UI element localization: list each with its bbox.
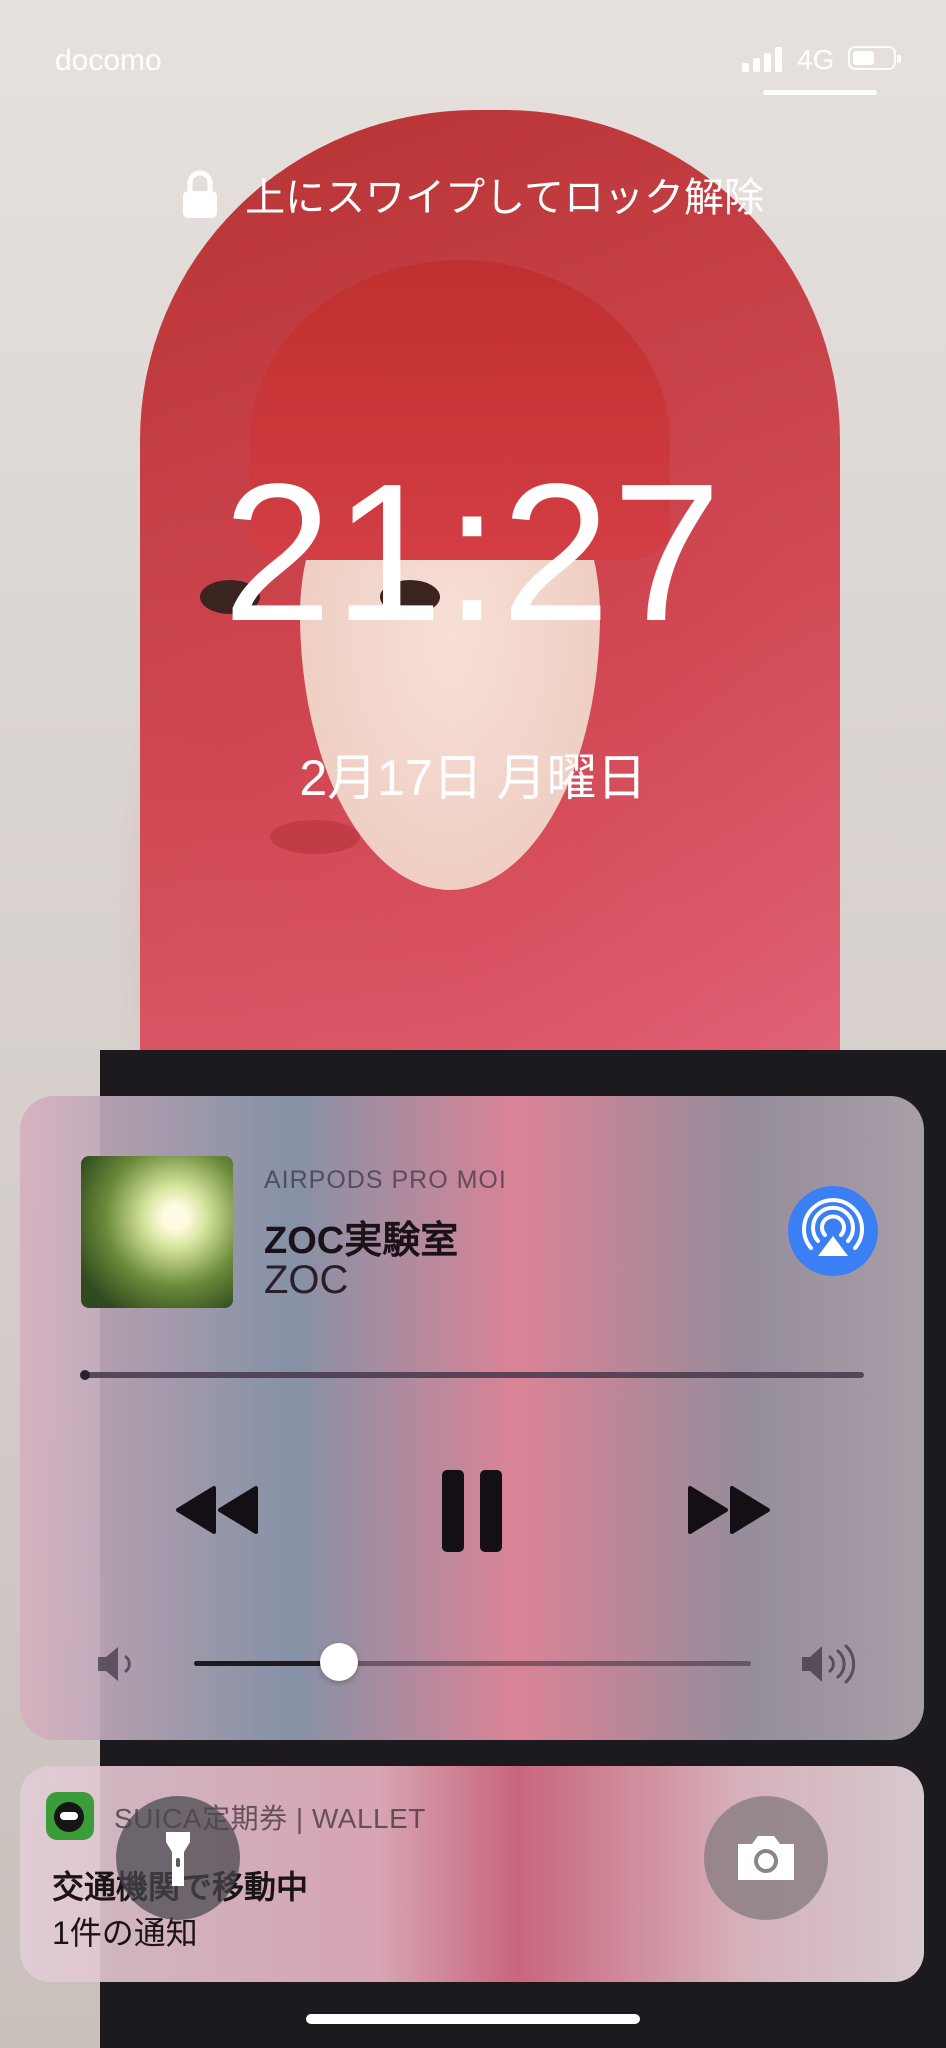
lock-screen-date: 2月17日 月曜日 bbox=[299, 750, 647, 806]
home-indicator[interactable] bbox=[306, 2014, 640, 2024]
camera-button[interactable] bbox=[704, 1796, 828, 1920]
airplay-icon bbox=[802, 1198, 864, 1256]
lock-icon bbox=[183, 170, 218, 218]
carrier-name: docomo bbox=[55, 44, 162, 77]
camera-icon bbox=[738, 1836, 794, 1880]
flashlight-icon bbox=[166, 1832, 190, 1886]
flashlight-button[interactable] bbox=[116, 1796, 240, 1920]
unlock-hint-text: 上にスワイプしてロック解除 bbox=[245, 176, 764, 220]
volume-slider[interactable] bbox=[194, 1643, 751, 1681]
airplay-button[interactable] bbox=[788, 1186, 878, 1276]
battery-icon bbox=[848, 46, 901, 70]
pause-icon bbox=[442, 1470, 502, 1552]
fast-forward-button[interactable] bbox=[684, 1484, 774, 1541]
now-playing-widget[interactable]: AIRPODS PRO MOI ZOC実験室 ZOC bbox=[20, 1096, 924, 1740]
playback-progress-bar[interactable] bbox=[80, 1370, 864, 1380]
wallpaper-lips bbox=[270, 820, 360, 854]
album-artwork[interactable] bbox=[81, 1156, 233, 1308]
control-center-grabber[interactable] bbox=[763, 90, 877, 95]
volume-knob[interactable] bbox=[319, 1643, 358, 1681]
playback-scrubber[interactable] bbox=[80, 1370, 90, 1380]
audio-output-device: AIRPODS PRO MOI bbox=[264, 1166, 507, 1194]
volume-high-icon bbox=[800, 1642, 866, 1691]
battery-level bbox=[853, 51, 874, 65]
volume-low-icon bbox=[96, 1644, 144, 1689]
status-bar: docomo 4G bbox=[0, 0, 946, 110]
unlock-hint: 上にスワイプしてロック解除 bbox=[0, 165, 946, 223]
lock-screen-time: 21:27 bbox=[222, 443, 724, 662]
suica-app-icon bbox=[46, 1792, 94, 1840]
track-title: ZOC実験室 bbox=[264, 1220, 459, 1262]
lock-screen-wallpaper bbox=[0, 0, 946, 2048]
fast-forward-icon bbox=[688, 1486, 770, 1534]
rewind-icon bbox=[176, 1486, 258, 1534]
rewind-button[interactable] bbox=[172, 1484, 262, 1541]
volume-level bbox=[194, 1661, 339, 1666]
network-type: 4G bbox=[797, 44, 835, 75]
pause-button[interactable] bbox=[440, 1470, 504, 1559]
track-artist: ZOC bbox=[264, 1258, 349, 1302]
signal-strength-icon bbox=[742, 46, 784, 72]
